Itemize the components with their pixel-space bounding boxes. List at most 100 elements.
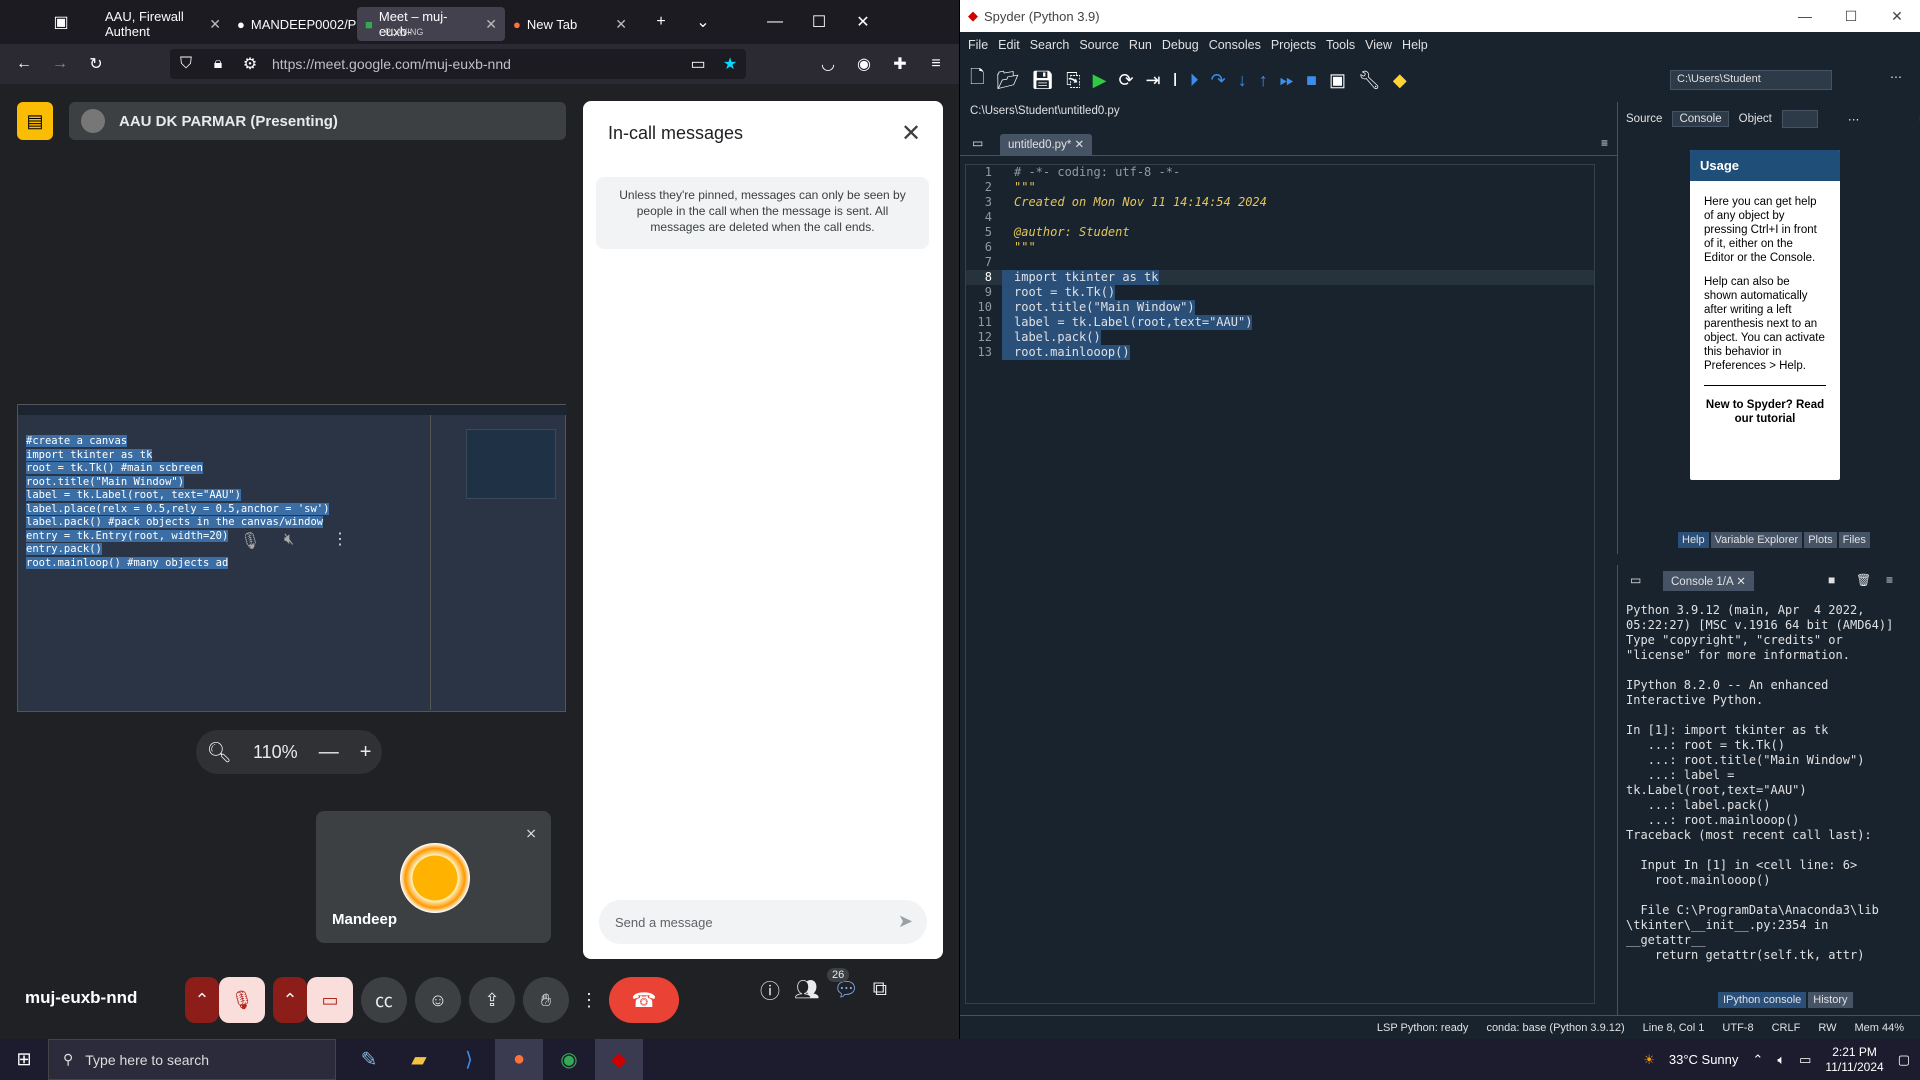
- new-tab-icon[interactable]: +: [645, 6, 677, 38]
- spyder-icon[interactable]: ◆: [595, 1039, 643, 1080]
- forward-icon[interactable]: →: [44, 48, 76, 80]
- tab-ipython-console[interactable]: IPython console: [1718, 992, 1807, 1008]
- stop-icon[interactable]: ■: [1828, 573, 1835, 587]
- clock[interactable]: 2:21 PM 11/11/2024: [1825, 1045, 1883, 1075]
- tab-new[interactable]: ● New Tab ✕: [505, 7, 635, 41]
- step-icon[interactable]: ↷: [1211, 70, 1226, 91]
- lock-icon[interactable]: 🔒︎: [202, 48, 234, 80]
- source-select[interactable]: Console: [1672, 111, 1729, 127]
- more-icon[interactable]: ⋯: [1890, 70, 1902, 84]
- close-window-icon[interactable]: ✕: [1874, 0, 1920, 32]
- captions-button[interactable]: ㏄: [361, 977, 407, 1023]
- console-output[interactable]: Python 3.9.12 (main, Apr 4 2022, 05:22:2…: [1626, 603, 1906, 983]
- more-icon[interactable]: ⋯: [1848, 112, 1860, 126]
- more-options-icon[interactable]: ⋮: [332, 529, 348, 549]
- maximize-icon[interactable]: ☐: [1828, 0, 1874, 32]
- step-into-icon[interactable]: ↓: [1238, 70, 1247, 91]
- menu-icon[interactable]: ≡: [920, 48, 952, 80]
- back-icon[interactable]: ←: [8, 48, 40, 80]
- close-icon[interactable]: ✕: [209, 16, 221, 33]
- menu-consoles[interactable]: Consoles: [1209, 38, 1261, 52]
- people-icon[interactable]: 👥︎: [794, 977, 819, 1002]
- extensions-icon[interactable]: ✚: [884, 48, 916, 80]
- maximize-icon[interactable]: ☐: [803, 6, 835, 38]
- save-icon[interactable]: 💾︎: [1031, 70, 1054, 91]
- menu-tools[interactable]: Tools: [1326, 38, 1355, 52]
- run-cell-icon[interactable]: ⟳: [1118, 70, 1133, 91]
- minimize-icon[interactable]: —: [759, 6, 791, 38]
- pocket-icon[interactable]: ◡: [812, 48, 844, 80]
- code-editor[interactable]: 1 # -*- coding: utf-8 -*- 2 """ 3 Created o…: [965, 164, 1595, 1004]
- run-icon[interactable]: ▶: [1093, 70, 1107, 91]
- notifications-icon[interactable]: ▢: [1898, 1052, 1910, 1068]
- network-icon[interactable]: ▭: [1799, 1052, 1811, 1068]
- menu-debug[interactable]: Debug: [1162, 38, 1199, 52]
- weather-text[interactable]: 33°C Sunny: [1669, 1052, 1739, 1067]
- tab-files[interactable]: Files: [1838, 532, 1870, 548]
- close-icon[interactable]: ✕: [901, 119, 921, 148]
- browse-tabs-icon[interactable]: ▭: [972, 136, 983, 150]
- usage-tutorial-link[interactable]: New to Spyder? Read our tutorial: [1704, 398, 1826, 426]
- open-file-icon[interactable]: 📂︎: [996, 70, 1019, 91]
- menu-source[interactable]: Source: [1079, 38, 1119, 52]
- close-icon[interactable]: ✕: [615, 16, 627, 33]
- chevron-down-icon[interactable]: ⌄: [687, 6, 719, 38]
- activities-icon[interactable]: ⧉: [873, 978, 887, 1001]
- send-icon[interactable]: ➤: [898, 911, 913, 932]
- minimize-icon[interactable]: —: [1782, 0, 1828, 32]
- file-explorer-icon[interactable]: ▰: [395, 1039, 443, 1080]
- mic-off-icon[interactable]: 🎙: [240, 531, 260, 551]
- present-button[interactable]: ⇪: [469, 977, 515, 1023]
- menu-edit[interactable]: Edit: [998, 38, 1020, 52]
- menu-help[interactable]: Help: [1402, 38, 1428, 52]
- account-icon[interactable]: ◉: [848, 48, 880, 80]
- url-text[interactable]: https://meet.google.com/muj-euxb-nnd: [272, 56, 511, 72]
- bookmark-star-icon[interactable]: ★: [714, 48, 746, 80]
- chevron-up-icon[interactable]: ⌃: [1752, 1052, 1763, 1068]
- menu-run[interactable]: Run: [1129, 38, 1152, 52]
- notepad-icon[interactable]: ✎: [345, 1039, 393, 1080]
- menu-search[interactable]: Search: [1030, 38, 1070, 52]
- stop-icon[interactable]: ■: [1306, 70, 1317, 91]
- tab-untitled0[interactable]: untitled0.py* ✕: [1000, 134, 1093, 156]
- options-icon[interactable]: ≡: [1886, 573, 1893, 587]
- more-options-button[interactable]: ⋮: [577, 977, 601, 1023]
- weather-icon[interactable]: ☀: [1643, 1052, 1655, 1068]
- chrome-icon[interactable]: ◉: [545, 1039, 593, 1080]
- zoom-icon[interactable]: 🔍︎: [207, 740, 232, 765]
- menu-view[interactable]: View: [1365, 38, 1392, 52]
- permissions-icon[interactable]: ⚙: [234, 48, 266, 80]
- message-input[interactable]: Send a message ➤: [599, 900, 927, 944]
- run-selection-icon[interactable]: I: [1173, 70, 1178, 91]
- continue-icon[interactable]: ⏩︎: [1280, 70, 1294, 91]
- zoom-out-icon[interactable]: —: [319, 741, 339, 764]
- options-icon[interactable]: ≡: [1601, 136, 1608, 150]
- close-icon[interactable]: ✕: [485, 16, 497, 33]
- step-out-icon[interactable]: ↑: [1259, 70, 1268, 91]
- chevron-up-icon[interactable]: ⌃: [273, 977, 307, 1023]
- camera-off-button[interactable]: ▭: [307, 977, 353, 1023]
- tab-variable-explorer[interactable]: Variable Explorer: [1710, 532, 1803, 548]
- tab-plots[interactable]: Plots: [1804, 532, 1837, 548]
- reload-icon[interactable]: ↻: [80, 48, 112, 80]
- close-icon[interactable]: ✕: [1736, 576, 1746, 588]
- save-all-icon[interactable]: ⎘: [1066, 70, 1080, 91]
- new-file-icon[interactable]: 🗋: [970, 65, 984, 95]
- tab-meet[interactable]: ■ Meet – muj-euxb- PLAYING ✕: [357, 7, 505, 41]
- taskbar-search[interactable]: ⚲ Type here to search: [48, 1039, 336, 1080]
- tab-console[interactable]: Console 1/A ✕: [1663, 571, 1754, 591]
- working-directory-input[interactable]: C:\Users\Student: [1670, 70, 1832, 90]
- tab-help[interactable]: Help: [1678, 532, 1709, 548]
- windows-start-icon[interactable]: ⊞: [0, 1049, 48, 1070]
- run-cell-advance-icon[interactable]: ⇥: [1146, 70, 1161, 91]
- vscode-icon[interactable]: ⟩: [445, 1039, 493, 1080]
- object-select[interactable]: [1781, 110, 1818, 128]
- info-icon[interactable]: ⓘ: [760, 975, 780, 1004]
- tab-list-icon[interactable]: ▣: [45, 6, 77, 38]
- trash-icon[interactable]: 🗑︎: [1856, 573, 1871, 587]
- menu-file[interactable]: File: [968, 38, 988, 52]
- preferences-icon[interactable]: 🔧︎: [1358, 70, 1381, 91]
- debug-icon[interactable]: ⏵: [1190, 70, 1199, 91]
- shield-icon[interactable]: ⛉: [170, 48, 202, 80]
- volume-icon[interactable]: 🔈︎: [1777, 1052, 1785, 1068]
